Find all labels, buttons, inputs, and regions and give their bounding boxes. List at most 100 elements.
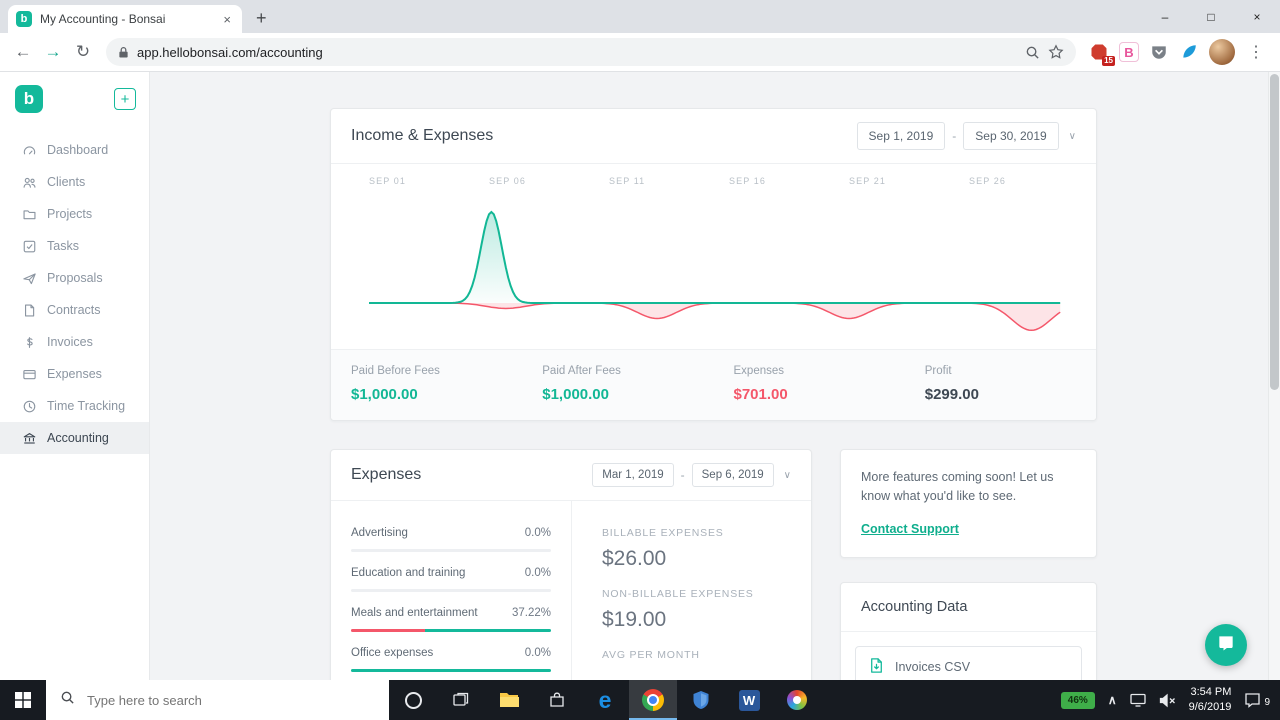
scrollbar-thumb[interactable] [1270, 74, 1279, 390]
bonsai-favicon: b [16, 11, 32, 27]
photos-app-button[interactable] [773, 680, 821, 720]
battery-indicator[interactable]: 46% [1060, 691, 1095, 709]
x-tick-label: SEP 26 [969, 176, 1006, 186]
dashboard-icon [22, 143, 37, 158]
sidebar-item-label: Projects [47, 207, 93, 221]
taskbar-search[interactable] [46, 680, 389, 720]
window-close-button[interactable]: × [1234, 0, 1280, 33]
window-minimize-button[interactable]: – [1142, 0, 1188, 33]
expenses-date-to[interactable]: Sep 6, 2019 [691, 463, 774, 487]
window-maximize-button[interactable]: □ [1188, 0, 1234, 33]
projects-folder-icon [22, 207, 37, 222]
chevron-down-icon[interactable]: ∨ [1069, 131, 1076, 142]
accounting-bank-icon [22, 431, 37, 446]
word-button[interactable]: W [725, 680, 773, 720]
bonsai-logo[interactable]: b [15, 85, 43, 113]
clock-time: 3:54 PM [1190, 686, 1232, 699]
expenses-date-range: Mar 1, 2019 - Sep 6, 2019 ∨ [592, 463, 791, 487]
tasks-check-icon [22, 239, 37, 254]
notification-badge: 9 [1264, 697, 1270, 708]
start-button[interactable] [0, 680, 46, 720]
sidebar-item-label: Expenses [47, 367, 102, 381]
action-center-button[interactable]: 9 [1244, 692, 1270, 708]
browser-tabstrip: b My Accounting - Bonsai × + – □ × [0, 0, 1280, 33]
bookmark-star-icon[interactable] [1048, 44, 1064, 60]
browser-toolbar: ← → ↻ app.hellobonsai.com/accounting 15 … [0, 33, 1280, 72]
income-date-from[interactable]: Sep 1, 2019 [856, 122, 946, 150]
task-view-button[interactable] [437, 680, 485, 720]
contracts-document-icon [22, 303, 37, 318]
sidebar-item-dashboard[interactable]: Dashboard [0, 134, 149, 166]
chat-widget-button[interactable] [1205, 624, 1247, 666]
windows-taskbar: e W 46% ∧ 3:54 PM 9/6/2019 9 [0, 680, 1280, 720]
stat-paid-after-fees: Paid After Fees $1,000.00 [542, 365, 621, 403]
chevron-down-icon[interactable]: ∨ [784, 470, 791, 481]
sidebar-item-projects[interactable]: Projects [0, 198, 149, 230]
x-tick-label: SEP 11 [609, 176, 646, 186]
b-extension-icon[interactable]: B [1116, 39, 1142, 65]
stat-expenses: Expenses $701.00 [733, 365, 788, 403]
income-date-to[interactable]: Sep 30, 2019 [963, 122, 1059, 150]
taskbar-clock[interactable]: 3:54 PM 9/6/2019 [1189, 685, 1232, 715]
microsoft-store-button[interactable] [533, 680, 581, 720]
category-bar [351, 629, 551, 632]
contact-support-link[interactable]: Contact Support [861, 520, 959, 539]
category-meals: Meals and entertainment 37.22% [351, 607, 551, 632]
edge-button[interactable]: e [581, 680, 629, 720]
sidebar-item-label: Invoices [47, 335, 93, 349]
zoom-icon[interactable] [1025, 45, 1040, 60]
refresh-button[interactable]: ↻ [68, 37, 98, 67]
display-icon[interactable] [1129, 693, 1146, 707]
chrome-button[interactable] [629, 680, 677, 720]
search-icon [60, 690, 75, 710]
url-text[interactable]: app.hellobonsai.com/accounting [137, 45, 1017, 60]
shield-app-button[interactable] [677, 680, 725, 720]
sidebar-item-tasks[interactable]: Tasks [0, 230, 149, 262]
tab-close-icon[interactable]: × [220, 12, 234, 27]
file-explorer-button[interactable] [485, 680, 533, 720]
sidebar-item-expenses[interactable]: Expenses [0, 358, 149, 390]
sidebar-item-label: Proposals [47, 271, 103, 285]
expenses-card: Expenses Mar 1, 2019 - Sep 6, 2019 ∨ Adv… [330, 449, 812, 680]
taskbar-search-input[interactable] [85, 691, 335, 709]
invoices-dollar-icon [22, 335, 37, 350]
edge-icon: e [598, 686, 612, 713]
new-tab-button[interactable]: + [256, 8, 267, 29]
brush-extension-icon[interactable] [1176, 39, 1202, 65]
clock-date: 9/6/2019 [1188, 701, 1232, 713]
clients-icon [22, 175, 37, 190]
sidebar-item-proposals[interactable]: Proposals [0, 262, 149, 294]
sidebar-item-invoices[interactable]: Invoices [0, 326, 149, 358]
adblock-badge: 15 [1102, 56, 1115, 66]
expenses-card-title: Expenses [351, 466, 422, 483]
add-new-button[interactable]: + [114, 88, 136, 110]
category-bar [351, 549, 551, 552]
sidebar-item-accounting[interactable]: Accounting [0, 422, 149, 454]
sidebar-item-label: Contracts [47, 303, 101, 317]
sidebar-item-time-tracking[interactable]: Time Tracking [0, 390, 149, 422]
main-content: Income & Expenses Sep 1, 2019 - Sep 30, … [150, 72, 1280, 680]
adblock-extension-icon[interactable]: 15 [1086, 39, 1115, 66]
sidebar-item-clients[interactable]: Clients [0, 166, 149, 198]
invoices-csv-item[interactable]: Invoices CSV [855, 646, 1082, 680]
back-button[interactable]: ← [8, 37, 38, 67]
x-tick-label: SEP 21 [849, 176, 886, 186]
expenses-date-from[interactable]: Mar 1, 2019 [592, 463, 674, 487]
volume-muted-icon[interactable] [1159, 693, 1176, 708]
expense-categories: Advertising 0.0% Education and training … [331, 501, 571, 680]
expenses-card-icon [22, 367, 37, 382]
pocket-extension-icon[interactable] [1146, 39, 1172, 65]
tray-expand-icon[interactable]: ∧ [1108, 693, 1117, 707]
page-scrollbar[interactable] [1268, 72, 1280, 680]
browser-tab[interactable]: b My Accounting - Bonsai × [8, 5, 242, 33]
address-bar[interactable]: app.hellobonsai.com/accounting [106, 38, 1076, 66]
profile-avatar[interactable] [1209, 39, 1235, 65]
forward-button[interactable]: → [38, 37, 68, 67]
sidebar-item-label: Clients [47, 175, 86, 189]
lock-icon[interactable] [118, 46, 129, 59]
browser-menu-icon[interactable]: ⋮ [1240, 42, 1272, 62]
cortana-button[interactable] [389, 680, 437, 720]
system-tray: 46% ∧ 3:54 PM 9/6/2019 9 [1060, 680, 1280, 720]
sidebar-item-contracts[interactable]: Contracts [0, 294, 149, 326]
sidebar-item-label: Time Tracking [47, 399, 126, 413]
